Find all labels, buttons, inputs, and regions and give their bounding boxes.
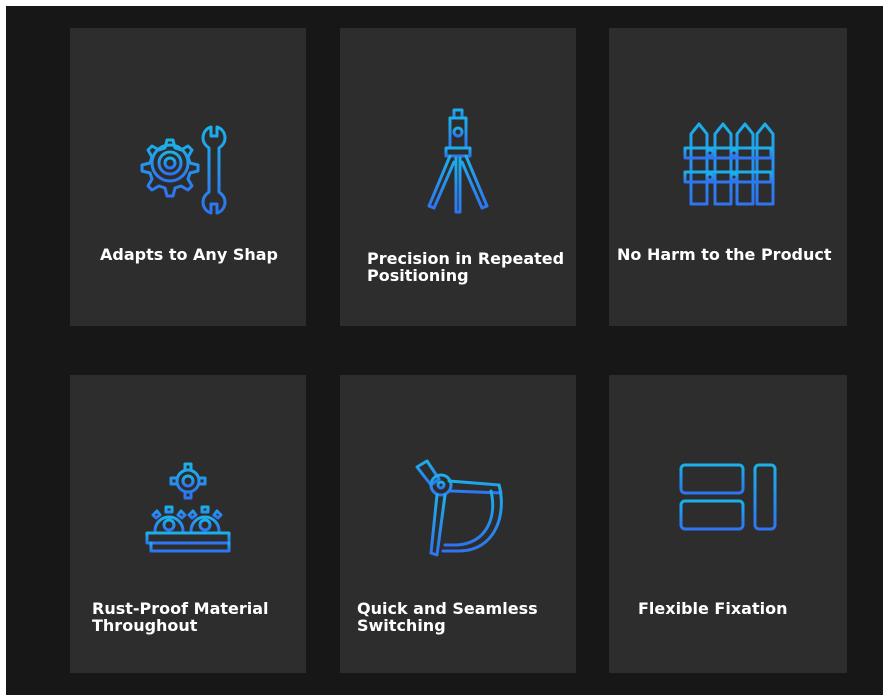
gear-wrench-icon [70,108,306,218]
feature-card-adapts-any-shape: Adapts to Any Shap [70,28,306,326]
drafting-compass-icon [340,455,576,565]
feature-card-rust-proof: Rust-Proof Material Throughout [70,375,306,673]
feature-card-precision-positioning: Precision in Repeated Positioning [340,28,576,326]
layout-blocks-icon [609,455,847,565]
features-panel: Adapts to Any Shap Precision in Repeated… [6,6,883,695]
feature-label: Flexible Fixation [638,599,788,618]
feature-label: Quick and Seamless Switching [357,599,538,635]
feature-card-flexible-fixation: Flexible Fixation [609,375,847,673]
feature-label: Rust-Proof Material Throughout [92,599,269,635]
feature-label: Adapts to Any Shap [100,245,278,264]
feature-label: Precision in Repeated Positioning [367,249,565,285]
feature-card-quick-switching: Quick and Seamless Switching [340,375,576,673]
feature-label: No Harm to the Product [617,245,832,264]
gears-on-base-icon [70,455,306,565]
fence-icon [609,108,847,218]
tripod-level-icon [340,108,576,218]
feature-card-no-harm: No Harm to the Product [609,28,847,326]
